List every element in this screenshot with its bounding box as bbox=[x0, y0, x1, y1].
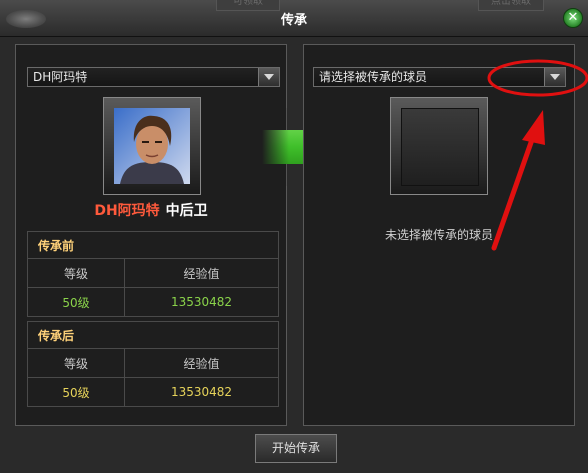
empty-avatar-placeholder bbox=[401, 108, 479, 186]
source-player-select[interactable]: DH阿玛特 bbox=[27, 67, 280, 87]
window-title: 传承 bbox=[280, 13, 307, 28]
source-player-name-line: DH阿玛特 中后卫 bbox=[16, 200, 286, 220]
col-level-header: 等级 bbox=[27, 348, 125, 378]
target-player-select[interactable]: 请选择被传承的球员 bbox=[313, 67, 566, 87]
title-bar: 可领取 点击领取 传承 ✕ bbox=[0, 0, 588, 37]
close-icon[interactable]: ✕ bbox=[563, 8, 583, 28]
section-after-label: 传承后 bbox=[27, 321, 279, 349]
col-exp-header: 经验值 bbox=[124, 348, 279, 378]
source-player-avatar-frame bbox=[103, 97, 201, 195]
stats-before-table: 传承前 等级 经验值 50级 13530482 bbox=[27, 231, 279, 317]
source-player-panel: DH阿玛特 DH阿玛特 中后卫 传承前 等级 经验值 50级 13530482 … bbox=[15, 44, 287, 426]
after-exp-value: 13530482 bbox=[124, 377, 279, 407]
before-exp-value: 13530482 bbox=[124, 287, 279, 317]
dropdown-arrow-icon[interactable] bbox=[258, 68, 279, 86]
target-player-avatar-slot[interactable] bbox=[390, 97, 488, 195]
stats-after-table: 传承后 等级 经验值 50级 13530482 bbox=[27, 321, 279, 407]
col-level-header: 等级 bbox=[27, 258, 125, 288]
source-player-select-value: DH阿玛特 bbox=[33, 70, 88, 84]
target-player-panel: 请选择被传承的球员 未选择被传承的球员 bbox=[303, 44, 575, 426]
player-name: DH阿玛特 bbox=[94, 203, 160, 219]
target-player-select-placeholder: 请选择被传承的球员 bbox=[319, 70, 428, 84]
no-target-selected-label: 未选择被传承的球员 bbox=[384, 228, 493, 242]
before-level-value: 50级 bbox=[27, 287, 125, 317]
player-portrait bbox=[114, 108, 190, 184]
section-before-label: 传承前 bbox=[27, 231, 279, 259]
after-level-value: 50级 bbox=[27, 377, 125, 407]
start-inherit-button[interactable]: 开始传承 bbox=[255, 434, 337, 463]
dropdown-arrow-icon[interactable] bbox=[544, 68, 565, 86]
player-position: 中后卫 bbox=[165, 203, 208, 219]
col-exp-header: 经验值 bbox=[124, 258, 279, 288]
